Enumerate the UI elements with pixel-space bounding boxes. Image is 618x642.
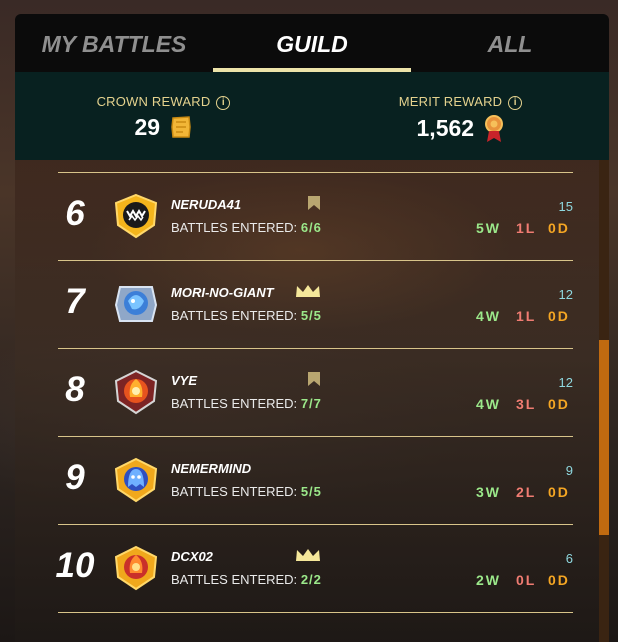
fire-spirit-avatar bbox=[114, 369, 158, 415]
monster-mouth-avatar bbox=[114, 193, 158, 239]
battles-entered-count: 2/2 bbox=[300, 572, 322, 587]
losses-count: 0L bbox=[516, 572, 537, 588]
wins-count: 5W bbox=[476, 220, 501, 236]
player-score: 6 bbox=[565, 551, 573, 566]
player-name: MORI-NO-GIANT bbox=[171, 285, 274, 300]
leaderboard-row[interactable]: 8 VYE BATTLES ENTERED: 7/7 12 4W 3L 0D bbox=[15, 348, 599, 436]
battles-entered-count: 5/5 bbox=[300, 484, 322, 499]
battles-entered-label: BATTLES ENTERED: bbox=[171, 572, 298, 587]
player-name: DCX02 bbox=[171, 549, 213, 564]
battles-entered-label: BATTLES ENTERED: bbox=[171, 396, 298, 411]
blue-creature-avatar bbox=[114, 286, 158, 322]
wins-count: 4W bbox=[476, 308, 501, 324]
wins-count: 2W bbox=[476, 572, 501, 588]
tab-my-battles[interactable]: MY BATTLES bbox=[15, 14, 213, 72]
losses-count: 3L bbox=[516, 396, 537, 412]
player-name: VYE bbox=[171, 373, 198, 388]
crown-reward-value: 29 bbox=[134, 114, 161, 140]
losses-count: 1L bbox=[516, 308, 537, 324]
battles-entered-label: BATTLES ENTERED: bbox=[171, 308, 298, 323]
rewards-bar: CROWN REWARD i 29 MERIT REWARD i 1,562 bbox=[15, 72, 609, 160]
rank-number: 8 bbox=[65, 370, 85, 409]
fire-spirit-avatar bbox=[114, 545, 158, 591]
leaderboard-row[interactable]: 10 DCX02 BATTLES ENTERED: 2/2 6 2W 0L 0D bbox=[15, 524, 599, 612]
wins-count: 3W bbox=[476, 484, 501, 500]
player-score: 9 bbox=[565, 463, 573, 478]
info-icon[interactable]: i bbox=[508, 95, 523, 110]
rank-number: 7 bbox=[65, 282, 85, 321]
guild-leaderboard-panel: MY BATTLES GUILD ALL CROWN REWARD i 29 ME… bbox=[15, 14, 609, 642]
draws-count: 0D bbox=[548, 572, 570, 588]
row-divider bbox=[58, 612, 573, 613]
merit-medal-icon bbox=[485, 115, 504, 142]
rank-number: 9 bbox=[65, 458, 85, 497]
battles-entered-label: BATTLES ENTERED: bbox=[171, 484, 298, 499]
draws-count: 0D bbox=[548, 396, 570, 412]
wins-count: 4W bbox=[476, 396, 501, 412]
draws-count: 0D bbox=[548, 484, 570, 500]
battles-entered-count: 6/6 bbox=[300, 220, 322, 235]
crown-reward-label: CROWN REWARD bbox=[96, 94, 211, 109]
draws-count: 0D bbox=[548, 308, 570, 324]
merit-reward: MERIT REWARD i 1,562 bbox=[312, 72, 609, 160]
crown-icon bbox=[296, 549, 320, 561]
scrollbar-thumb[interactable] bbox=[599, 340, 609, 535]
tab-bar: MY BATTLES GUILD ALL bbox=[15, 14, 609, 72]
blue-ghost-avatar bbox=[114, 457, 158, 503]
leaderboard-row[interactable]: 9 NEMERMIND BATTLES ENTERED: 5/5 9 3W 2L… bbox=[15, 436, 599, 524]
leaderboard-row[interactable]: 6 NERUDA41 BATTLES ENTERED: 6/6 15 5W 1L… bbox=[15, 172, 599, 260]
leaderboard-row[interactable]: 7 MORI-NO-GIANT BATTLES ENTERED: 5/5 12 … bbox=[15, 260, 599, 348]
battles-entered-count: 5/5 bbox=[300, 308, 322, 323]
battles-entered-label: BATTLES ENTERED: bbox=[171, 220, 298, 235]
player-score: 12 bbox=[558, 375, 573, 390]
player-name: NERUDA41 bbox=[171, 197, 242, 212]
scrollbar[interactable] bbox=[599, 160, 609, 642]
tab-guild[interactable]: GUILD bbox=[213, 14, 411, 72]
player-name: NEMERMIND bbox=[171, 461, 252, 476]
crown-reward: CROWN REWARD i 29 bbox=[15, 72, 312, 160]
crown-icon bbox=[296, 285, 320, 297]
merit-reward-label: MERIT REWARD bbox=[398, 94, 503, 109]
crown-token-icon bbox=[171, 116, 192, 138]
info-icon[interactable]: i bbox=[216, 95, 231, 110]
losses-count: 1L bbox=[516, 220, 537, 236]
leaderboard-list: 6 NERUDA41 BATTLES ENTERED: 6/6 15 5W 1L… bbox=[15, 160, 599, 642]
bookmark-icon bbox=[308, 372, 320, 386]
battles-entered-count: 7/7 bbox=[300, 396, 322, 411]
player-score: 12 bbox=[558, 287, 573, 302]
rank-number: 6 bbox=[65, 194, 85, 233]
draws-count: 0D bbox=[548, 220, 570, 236]
player-score: 15 bbox=[558, 199, 573, 214]
losses-count: 2L bbox=[516, 484, 537, 500]
rank-number: 10 bbox=[55, 546, 95, 585]
tab-all[interactable]: ALL bbox=[411, 14, 609, 72]
bookmark-icon bbox=[308, 196, 320, 210]
merit-reward-value: 1,562 bbox=[416, 115, 475, 141]
